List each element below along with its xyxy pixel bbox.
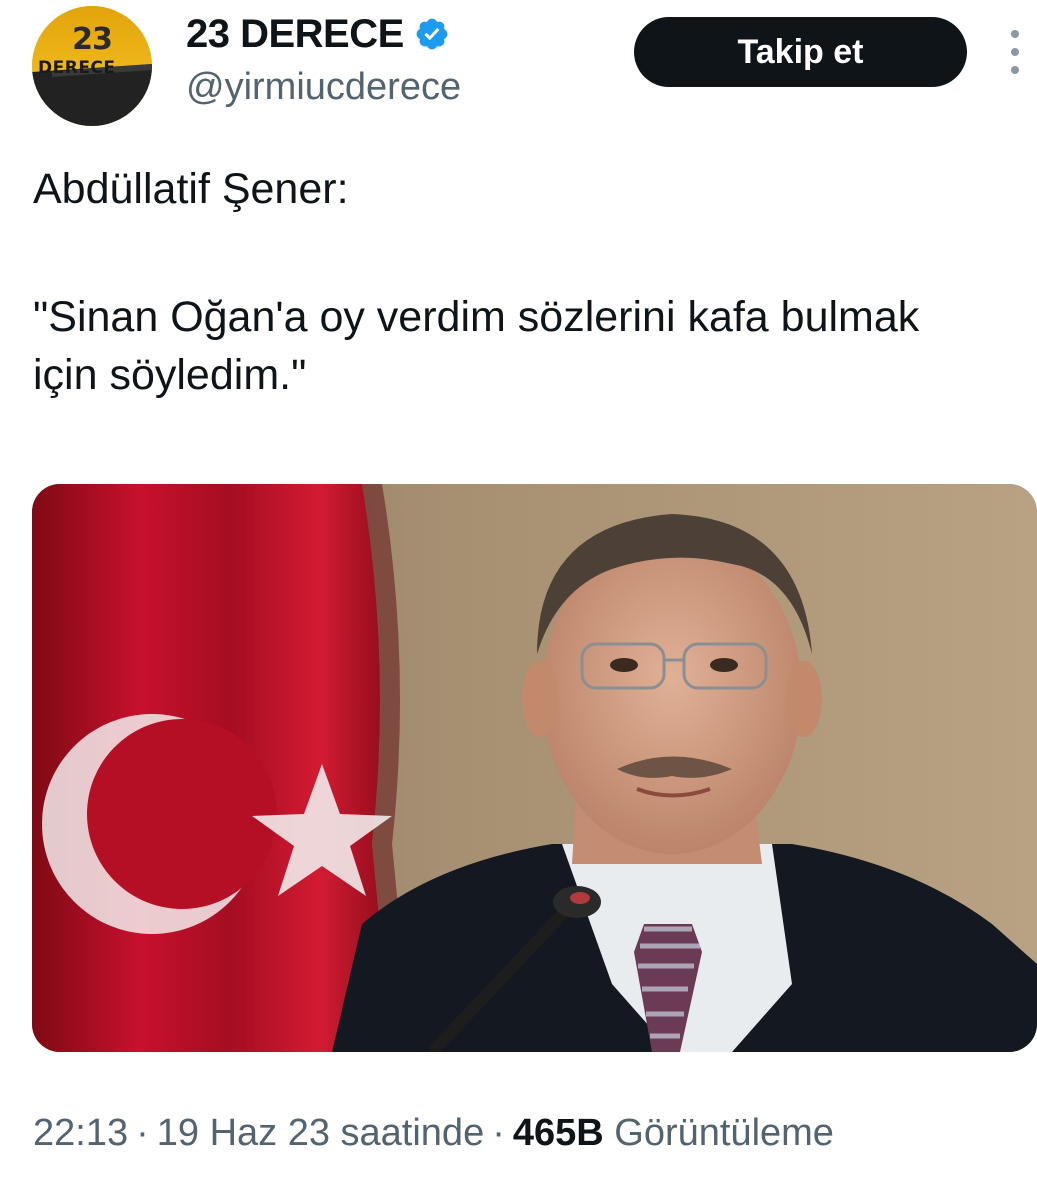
- meta-separator: ·: [492, 1112, 505, 1154]
- avatar-logo-number: 23: [72, 22, 113, 57]
- display-name[interactable]: 23 DERECE: [186, 12, 404, 57]
- tweet-text-quote: "Sinan Oğan'a oy verdim sözlerini kafa b…: [33, 293, 932, 399]
- avatar[interactable]: 23 DERECE: [32, 6, 152, 126]
- views-label: Görüntüleme: [614, 1112, 834, 1154]
- follow-button[interactable]: Takip et: [634, 17, 967, 87]
- handle[interactable]: @yirmiucderece: [186, 66, 461, 109]
- more-dot: [1011, 30, 1019, 38]
- meta-separator: ·: [136, 1112, 149, 1154]
- verified-badge-icon: [416, 18, 448, 50]
- display-name-row: 23 DERECE: [186, 10, 450, 58]
- tweet-date[interactable]: 19 Haz 23 saatinde: [157, 1112, 484, 1154]
- tweet-meta: 22:13 · 19 Haz 23 saatinde · 465B Görüntülem…: [33, 1112, 834, 1155]
- tweet-photo[interactable]: [32, 484, 1037, 1052]
- more-dot: [1011, 48, 1019, 56]
- more-dot: [1011, 66, 1019, 74]
- views-count[interactable]: 465B: [513, 1112, 604, 1154]
- tweet-text: Abdüllatif Şener: "Sinan Oğan'a oy verdi…: [33, 160, 993, 404]
- more-vertical-icon[interactable]: [1000, 30, 1030, 74]
- tweet-time[interactable]: 22:13: [33, 1112, 128, 1154]
- avatar-logo-word: DERECE: [38, 58, 116, 78]
- tweet-text-line: Abdüllatif Şener:: [33, 165, 349, 213]
- photo-illustration: [32, 484, 1037, 1052]
